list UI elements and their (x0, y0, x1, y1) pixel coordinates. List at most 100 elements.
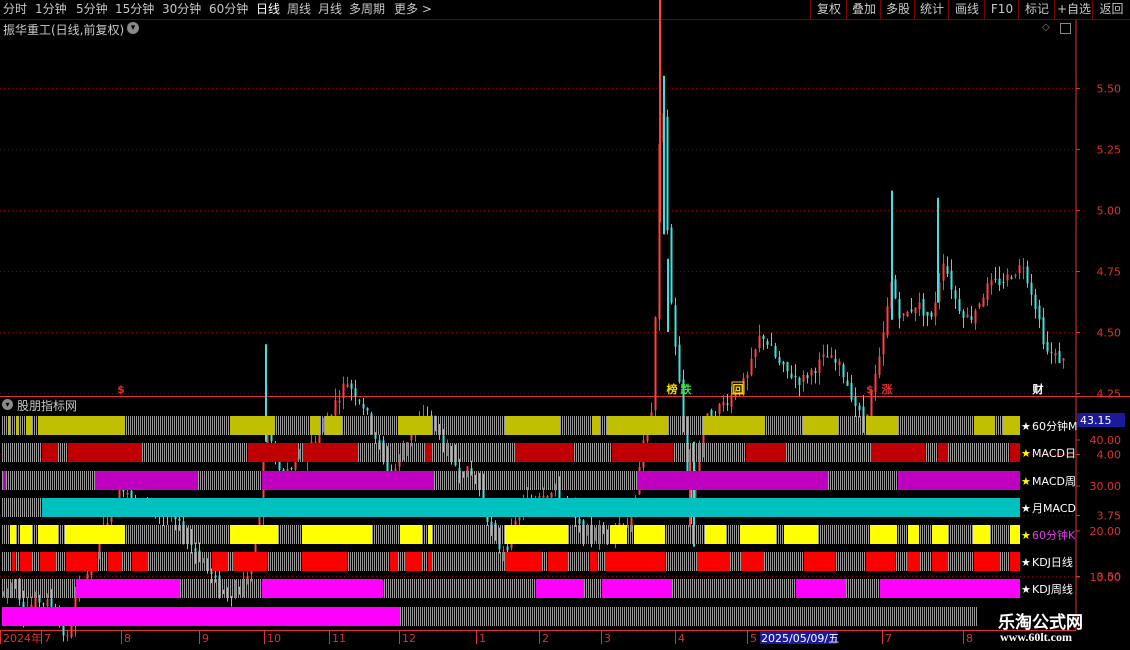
candle-body (174, 513, 177, 520)
star-icon: ★ (1021, 583, 1031, 596)
candle-body (150, 502, 153, 508)
date-label: 11 (332, 632, 346, 645)
candle-body (638, 467, 641, 495)
candle-body (482, 484, 485, 505)
period-tab-multi[interactable]: 多周期 (349, 2, 385, 16)
candle-body (290, 468, 293, 470)
candle-body (14, 584, 17, 587)
candle-body (870, 389, 873, 417)
candle-body (974, 310, 977, 324)
fuquan-button[interactable]: 复权 (810, 0, 847, 19)
period-tab-daily[interactable]: 日线 (256, 2, 280, 16)
chevron-down-icon[interactable]: ▾ (127, 22, 139, 34)
candle-body (558, 487, 561, 500)
indicator-segment (505, 552, 542, 571)
candle-body (490, 521, 493, 527)
indicator-segment (1010, 552, 1020, 571)
candle-body (146, 500, 149, 505)
candle-body (270, 427, 273, 442)
candle-body (566, 498, 569, 505)
period-tab-5min[interactable]: 5分钟 (76, 2, 108, 16)
candle-body (990, 280, 993, 286)
candle-body (550, 492, 553, 498)
candle-body (70, 623, 73, 638)
candle-body (654, 317, 657, 411)
candle-body (1026, 266, 1029, 284)
watermark-url: www.60lt.com (1000, 630, 1072, 644)
candle-body (458, 467, 461, 473)
period-tab-1min[interactable]: 1分钟 (35, 2, 67, 16)
candle-body (1050, 351, 1053, 353)
indicator-segment (26, 416, 32, 435)
candle-body (442, 435, 445, 450)
date-label: 4 (678, 632, 685, 645)
add-watchlist-button[interactable]: +自选 (1054, 0, 1093, 19)
period-tab-weekly[interactable]: 周线 (287, 2, 311, 16)
event-marker: 回 (733, 382, 744, 396)
candle-body (702, 423, 705, 446)
back-button[interactable]: 返回 (1092, 0, 1130, 19)
candle-body (422, 416, 425, 418)
candle-body (310, 441, 313, 448)
period-tab-fenshi[interactable]: 分时 (3, 2, 27, 16)
candle-body (226, 592, 229, 596)
mark-button[interactable]: 标记 (1018, 0, 1055, 19)
indicator-segment (697, 552, 730, 571)
candle-body (846, 380, 849, 386)
kline-chart[interactable]: 5.505.255.004.754.504.254.003.753.50 5.9… (0, 0, 1130, 650)
candle-body (130, 490, 133, 501)
candle-body (394, 468, 397, 483)
period-tab-30min[interactable]: 30分钟 (162, 2, 201, 16)
f10-button[interactable]: F10 (984, 0, 1019, 19)
indicator-segment (803, 416, 838, 435)
multi-stock-button[interactable]: 多股 (880, 0, 915, 19)
candle-body (738, 391, 741, 394)
candle-body (230, 596, 233, 598)
period-tab-60min[interactable]: 60分钟 (209, 2, 248, 16)
candle-body (82, 584, 85, 587)
candle-body (918, 302, 921, 310)
indicator-segment (20, 552, 32, 571)
draw-line-button[interactable]: 画线 (948, 0, 985, 19)
diamond-icon[interactable]: ◇ (1042, 22, 1050, 33)
candle-body (582, 520, 585, 539)
candle-body (254, 544, 257, 559)
candle-body (294, 457, 297, 470)
candle-body (994, 278, 997, 280)
candle-body (178, 518, 181, 521)
candle-body (670, 227, 673, 303)
statistics-button[interactable]: 统计 (914, 0, 949, 19)
candle-body (902, 313, 905, 316)
candle-body (798, 377, 801, 385)
candle-body (58, 613, 61, 620)
period-tab-monthly[interactable]: 月线 (318, 2, 342, 16)
candle-body (502, 549, 505, 551)
chevron-down-icon[interactable]: ▾ (2, 399, 13, 410)
date-label: 2024年 (3, 631, 42, 645)
panel-toggle-icon[interactable] (1060, 23, 1071, 34)
candle-body (406, 441, 409, 451)
price-tick-label: 3.75 (1097, 510, 1122, 523)
candle-body (518, 515, 521, 521)
overlay-button[interactable]: 叠加 (846, 0, 881, 19)
indicator-segment (548, 552, 568, 571)
candle-body (494, 523, 497, 539)
indicator-segment (8, 416, 10, 435)
candle-body (802, 374, 805, 383)
indicator-row-label: MACD日 (1032, 447, 1076, 460)
event-marker: 跌 (681, 382, 693, 396)
candle-body (730, 394, 733, 407)
candle-body (466, 466, 469, 478)
period-tab-more[interactable]: 更多 > (394, 2, 432, 16)
current-value-label: 43.15 (1080, 414, 1112, 427)
candle-body (186, 536, 189, 540)
event-marker: 涨 (882, 382, 893, 396)
candle-body (534, 498, 537, 501)
candle-body (378, 440, 381, 444)
candle-body (594, 537, 597, 539)
candle-body (570, 503, 573, 510)
star-icon: ★ (1021, 556, 1031, 569)
period-tab-15min[interactable]: 15分钟 (115, 2, 154, 16)
candle-body (78, 584, 81, 595)
candle-body (546, 496, 549, 500)
